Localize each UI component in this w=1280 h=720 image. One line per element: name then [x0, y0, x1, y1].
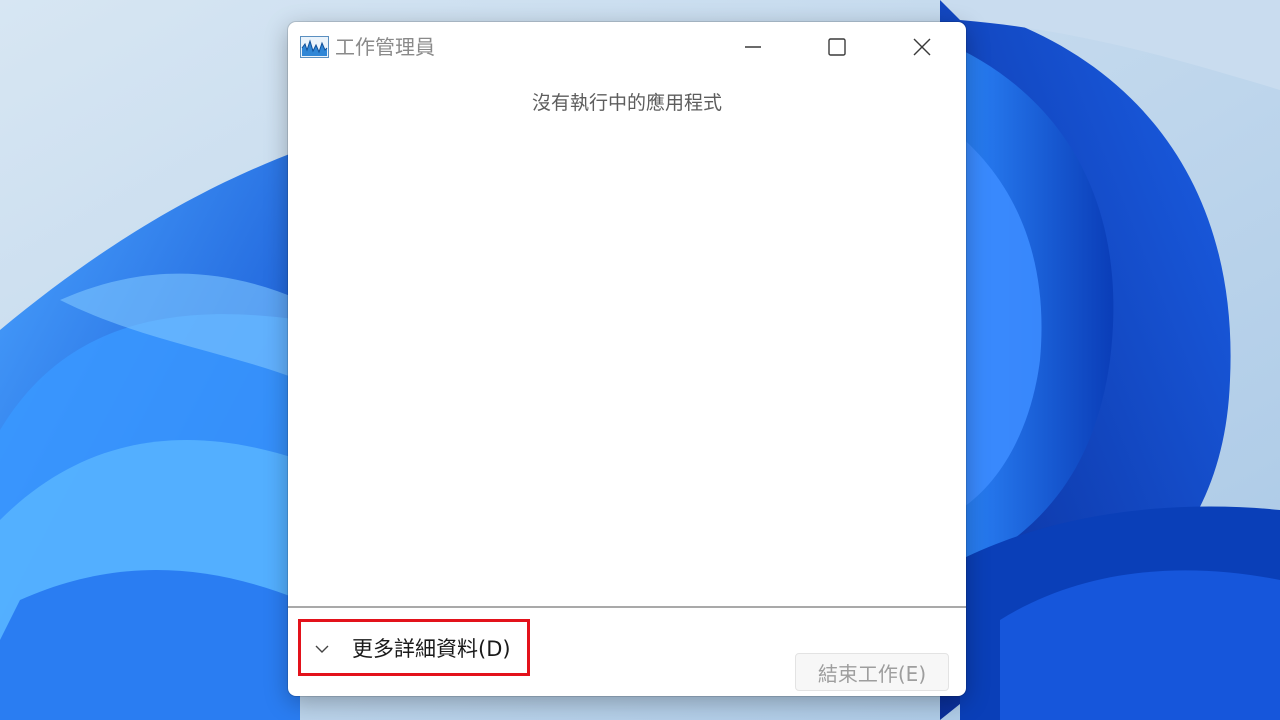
- app-list-area: [288, 72, 966, 606]
- close-button[interactable]: [898, 22, 946, 72]
- more-details-label: 更多詳細資料(D): [352, 637, 511, 661]
- empty-list-message: 沒有執行中的應用程式: [531, 92, 722, 114]
- end-task-button[interactable]: 結束工作(E): [795, 653, 949, 691]
- task-manager-window[interactable]: 工作管理員 沒有執行中的應用程式 更多詳細資料(D) 結束工作(E): [288, 22, 966, 696]
- footer-bar: 更多詳細資料(D) 結束工作(E): [288, 608, 966, 696]
- maximize-button[interactable]: [813, 22, 861, 72]
- window-title: 工作管理員: [335, 35, 435, 59]
- more-details-button[interactable]: 更多詳細資料(D): [298, 621, 530, 676]
- title-bar[interactable]: 工作管理員: [288, 22, 966, 72]
- chevron-down-icon: [315, 645, 329, 653]
- minimize-icon: [745, 46, 761, 48]
- minimize-button[interactable]: [729, 22, 777, 72]
- task-manager-icon: [300, 36, 329, 58]
- close-icon: [913, 38, 931, 56]
- maximize-icon: [828, 38, 846, 56]
